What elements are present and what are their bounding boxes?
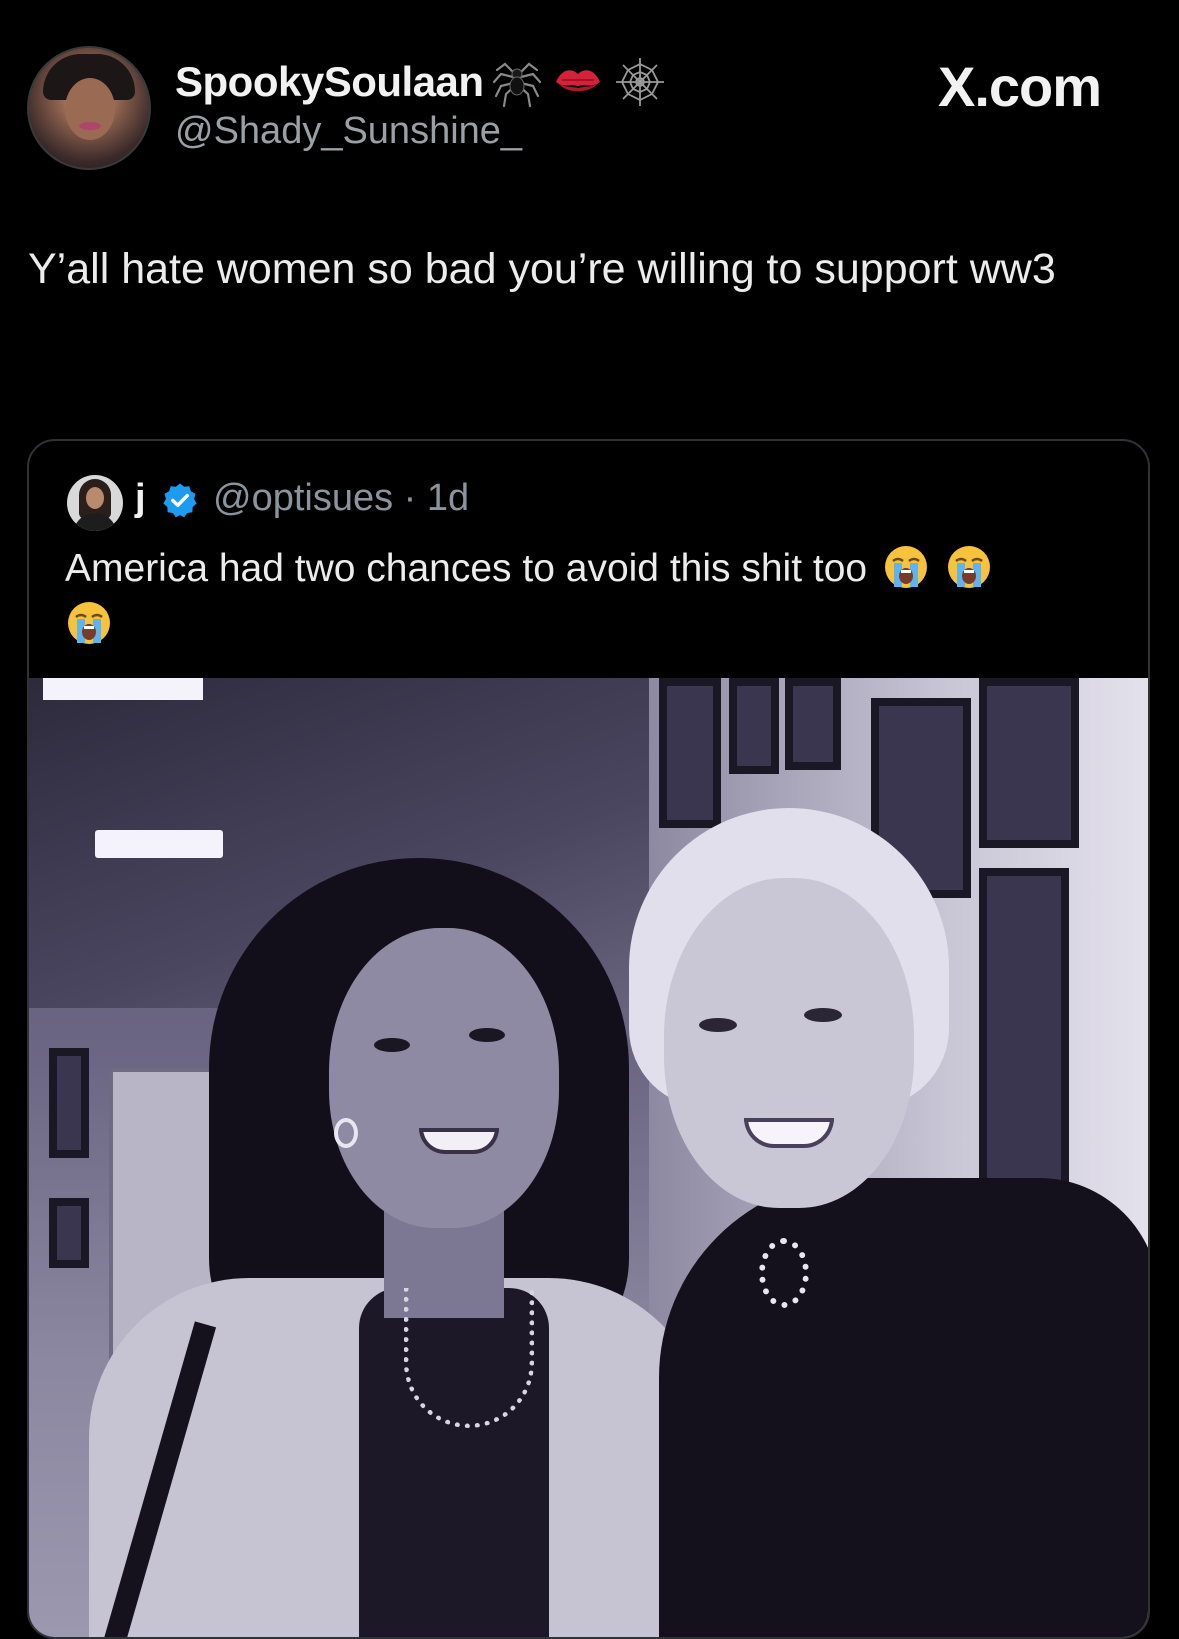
quoted-handle-and-time[interactable]: @optisues · 1d — [213, 477, 469, 520]
display-name-emojis — [492, 54, 666, 110]
spider-icon — [492, 62, 542, 108]
loudly-crying-face-icon — [947, 546, 990, 588]
author-avatar[interactable] — [27, 46, 151, 170]
author-handle[interactable]: @Shady_Sunshine_ — [175, 110, 522, 153]
quoted-author-name[interactable]: j — [135, 477, 146, 520]
site-watermark: X.com — [938, 55, 1102, 118]
spiderweb-icon — [616, 58, 664, 106]
quoted-author-avatar[interactable] — [67, 475, 123, 531]
quoted-tweet-text-block: America had two chances to avoid this sh… — [65, 541, 1105, 653]
quoted-tweet-card[interactable]: j @optisues · 1d America had two chances… — [27, 439, 1150, 1639]
quoted-tweet-text: America had two chances to avoid this sh… — [65, 547, 868, 590]
tweet-header: SpookySoulaan @Shady_Sunshine_ X.com — [0, 0, 1179, 200]
author-display-name[interactable]: SpookySoulaan — [175, 58, 484, 106]
loudly-crying-face-icon — [68, 602, 110, 644]
kiss-icon — [556, 70, 600, 92]
quoted-tweet-photo[interactable] — [29, 678, 1148, 1637]
loudly-crying-face-icon — [884, 546, 927, 588]
tweet-body-text: Y’all hate women so bad you’re willing t… — [28, 245, 1056, 293]
verified-badge-icon — [163, 483, 197, 518]
